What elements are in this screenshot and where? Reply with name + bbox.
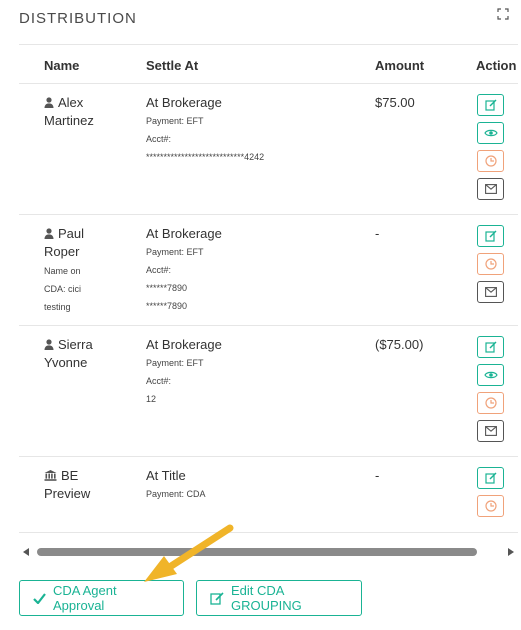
name-last: Yvonne — [44, 355, 88, 370]
settle-acct-number: ******7890 — [146, 301, 188, 311]
email-button[interactable] — [477, 178, 504, 200]
name-note-line: testing — [44, 302, 71, 312]
edit-icon — [484, 230, 496, 242]
distribution-panel: DISTRIBUTION Name Settle At Amount Actio… — [0, 0, 521, 630]
history-button[interactable] — [477, 253, 504, 275]
eye-icon — [483, 371, 498, 379]
user-icon — [44, 97, 54, 108]
settle-payment: Payment: CDA — [146, 489, 206, 499]
edit-button[interactable] — [477, 336, 504, 358]
column-header-name[interactable]: Name — [44, 58, 79, 73]
settle-acct-number: ****************************4242 — [146, 152, 265, 162]
settle-main: At Title — [146, 468, 186, 483]
settle-payment: Payment: EFT — [146, 358, 204, 368]
edit-icon — [484, 341, 496, 353]
bank-icon — [44, 470, 57, 481]
edit-icon — [210, 591, 224, 605]
action-cell — [477, 225, 505, 309]
history-button[interactable] — [477, 150, 504, 172]
column-header-amount[interactable]: Amount — [375, 58, 424, 73]
envelope-icon — [484, 426, 497, 436]
table-row: Sierra Yvonne At Brokerage Payment: EFT … — [19, 326, 518, 457]
edit-button[interactable] — [477, 467, 504, 489]
scroll-left-arrow-icon[interactable] — [23, 548, 29, 556]
approve-label: CDA Agent Approval — [53, 583, 117, 613]
column-header-settle[interactable]: Settle At — [146, 58, 198, 73]
edit-icon — [484, 472, 496, 484]
horizontal-scrollbar[interactable] — [19, 545, 518, 559]
settle-cell: At Brokerage Payment: EFT Acct#: ******7… — [146, 225, 366, 315]
view-button[interactable] — [477, 122, 504, 144]
view-button[interactable] — [477, 364, 504, 386]
name-note-line: Name on — [44, 266, 81, 276]
column-header-action[interactable]: Action — [476, 58, 516, 73]
user-icon — [44, 339, 54, 350]
edit-icon — [484, 99, 496, 111]
distribution-table: Name Settle At Amount Action Alex Martin… — [19, 44, 518, 544]
name-last: Martinez — [44, 113, 94, 128]
amount-cell: - — [375, 468, 380, 483]
scroll-thumb[interactable] — [37, 548, 477, 556]
history-button[interactable] — [477, 495, 504, 517]
annotation-arrow-icon — [144, 524, 234, 582]
edit-grouping-label: Edit CDA GROUPING — [231, 583, 302, 613]
settle-main: At Brokerage — [146, 337, 222, 352]
action-cell — [477, 336, 505, 448]
name-last: Preview — [44, 486, 91, 501]
name-cell: BE Preview — [44, 467, 134, 503]
name-last: Roper — [44, 244, 80, 259]
amount-cell: - — [375, 226, 380, 241]
panel-title: DISTRIBUTION — [19, 10, 137, 27]
settle-main: At Brokerage — [146, 226, 222, 241]
name-cell: Paul Roper Name on CDA: cici testing — [44, 225, 134, 316]
action-cell — [477, 467, 505, 523]
clock-icon — [484, 155, 497, 167]
edit-button[interactable] — [477, 225, 504, 247]
name-first: Paul — [58, 226, 85, 241]
settle-acct-number: ******7890 — [146, 283, 188, 293]
amount-cell: ($75.00) — [375, 337, 424, 352]
email-button[interactable] — [477, 281, 504, 303]
name-first: BE — [61, 468, 79, 483]
settle-main: At Brokerage — [146, 95, 222, 110]
clock-icon — [484, 397, 497, 409]
envelope-icon — [484, 184, 497, 194]
history-button[interactable] — [477, 392, 504, 414]
settle-acct-number: 12 — [146, 394, 157, 404]
name-note-line: CDA: cici — [44, 284, 82, 294]
settle-payment: Payment: EFT — [146, 116, 204, 126]
amount-cell: $75.00 — [375, 95, 415, 110]
settle-cell: At Brokerage Payment: EFT Acct#: 12 — [146, 336, 366, 408]
settle-acct-label: Acct#: — [146, 134, 172, 144]
name-cell: Alex Martinez — [44, 94, 134, 130]
scroll-right-arrow-icon[interactable] — [508, 548, 514, 556]
settle-payment: Payment: EFT — [146, 247, 204, 257]
name-on-cda-note: Name on CDA: cici testing — [44, 262, 134, 316]
settle-acct-label: Acct#: — [146, 376, 172, 386]
settle-cell: At Brokerage Payment: EFT Acct#: *******… — [146, 94, 366, 166]
expand-icon[interactable] — [497, 8, 509, 20]
name-cell: Sierra Yvonne — [44, 336, 134, 372]
clock-icon — [484, 258, 497, 270]
user-icon — [44, 228, 54, 239]
eye-icon — [483, 129, 498, 137]
email-button[interactable] — [477, 420, 504, 442]
envelope-icon — [484, 287, 497, 297]
table-header: Name Settle At Amount Action — [19, 44, 518, 84]
clock-icon — [484, 500, 497, 512]
edit-button[interactable] — [477, 94, 504, 116]
table-row: Paul Roper Name on CDA: cici testing At … — [19, 215, 518, 326]
table-row: Alex Martinez At Brokerage Payment: EFT … — [19, 84, 518, 215]
edit-cda-grouping-button[interactable]: Edit CDA GROUPING — [196, 580, 362, 616]
settle-cell: At Title Payment: CDA — [146, 467, 366, 503]
name-first: Alex — [58, 95, 84, 110]
action-cell — [477, 94, 505, 206]
name-first: Sierra — [58, 337, 93, 352]
cda-agent-approval-button[interactable]: CDA Agent Approval — [19, 580, 184, 616]
table-row: BE Preview At Title Payment: CDA - — [19, 457, 518, 533]
settle-acct-label: Acct#: — [146, 265, 172, 275]
check-icon — [33, 592, 46, 604]
